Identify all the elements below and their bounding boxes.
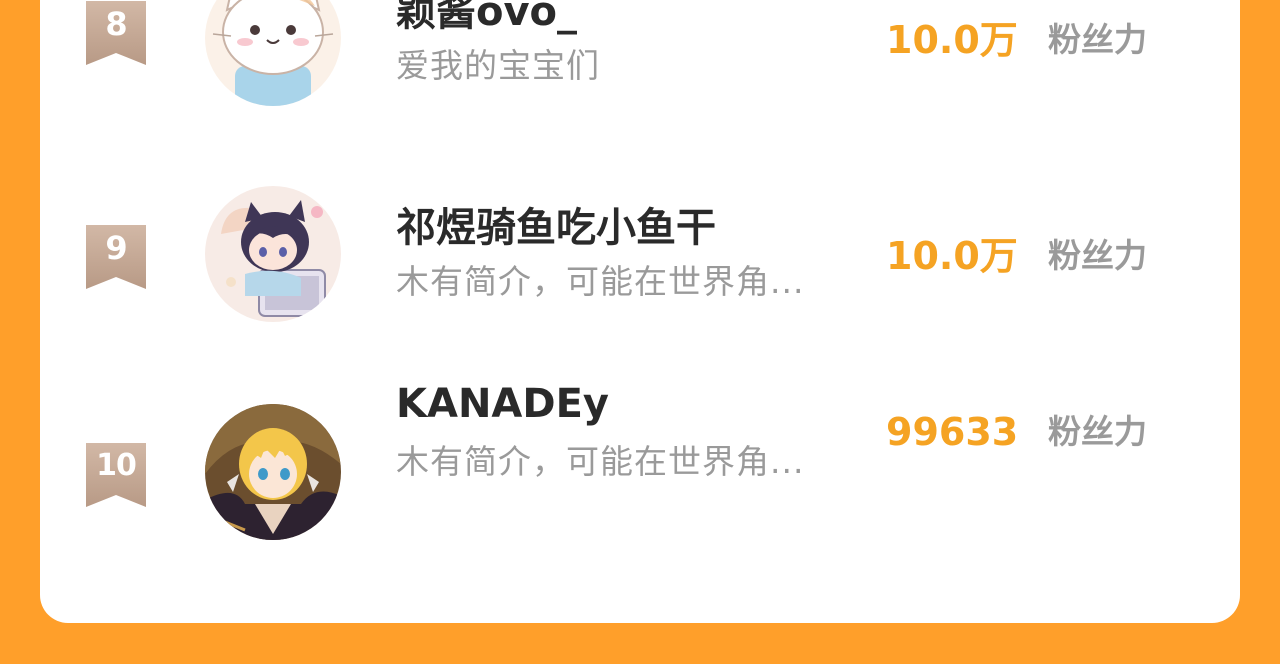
user-bio: 爱我的宝宝们 — [396, 46, 600, 85]
user-bio: 木有简介，可能在世界角... — [396, 442, 805, 481]
rank-number: 10 — [96, 448, 137, 483]
user-name[interactable]: KANADEy — [396, 380, 609, 428]
fans-power-value: 10.0万 — [886, 234, 1018, 278]
rank-ribbon-badge: 10 — [86, 443, 146, 507]
ranking-row[interactable]: 10 KANADEy 木有简介，可能在世界角... 99633 粉丝力 — [40, 381, 1240, 554]
user-avatar[interactable] — [205, 404, 341, 540]
rank-number: 8 — [105, 5, 127, 43]
bottom-background-bar — [0, 623, 1280, 664]
fans-power-label: 粉丝力 — [1048, 20, 1147, 59]
user-name[interactable]: 祁煜骑鱼吃小鱼干 — [396, 204, 716, 252]
ranking-card: 8 颖酱ovo_ 爱我的宝宝们 10.0万 粉丝力 9 祁煜骑鱼吃小鱼干 木有简… — [40, 0, 1240, 623]
rank-number: 9 — [105, 229, 127, 267]
fans-power-value: 99633 — [886, 410, 1019, 454]
fans-power-label: 粉丝力 — [1048, 412, 1147, 451]
rank-ribbon-badge: 9 — [86, 225, 146, 289]
rank-ribbon-badge: 8 — [86, 1, 146, 65]
ranking-row[interactable]: 8 颖酱ovo_ 爱我的宝宝们 10.0万 粉丝力 — [40, 0, 1240, 120]
user-avatar[interactable] — [205, 186, 341, 322]
fans-power-value: 10.0万 — [886, 18, 1018, 62]
user-avatar[interactable] — [205, 0, 341, 106]
user-bio: 木有简介，可能在世界角... — [396, 262, 805, 301]
fans-power-label: 粉丝力 — [1048, 236, 1147, 275]
blond-anime-avatar-icon — [205, 404, 341, 540]
user-name[interactable]: 颖酱ovo_ — [396, 0, 577, 36]
ranking-row[interactable]: 9 祁煜骑鱼吃小鱼干 木有简介，可能在世界角... 10.0万 粉丝力 — [40, 176, 1240, 336]
cat-avatar-icon — [205, 0, 341, 106]
anime-boy-avatar-icon — [205, 186, 341, 322]
